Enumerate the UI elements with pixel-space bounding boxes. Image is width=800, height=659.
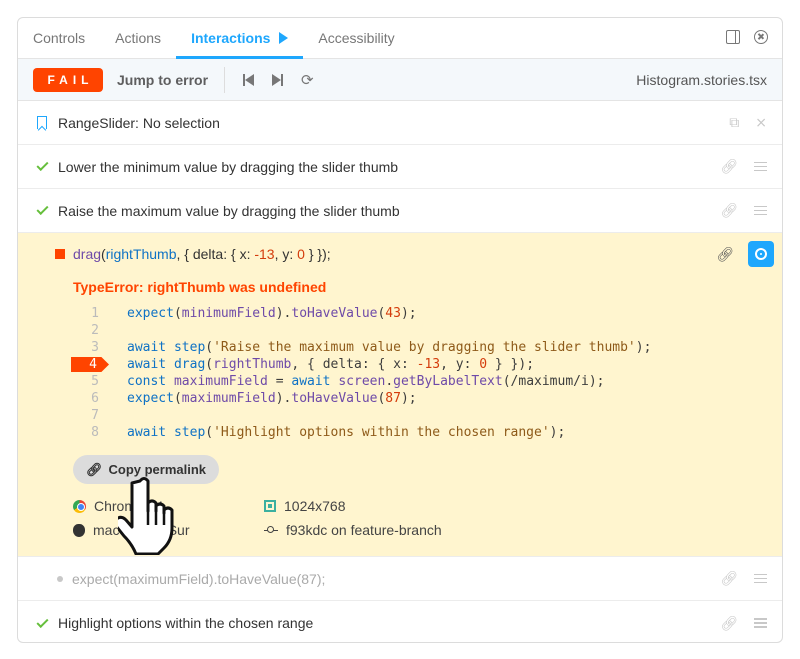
line-number: 7 [91, 408, 99, 423]
line-number: 8 [91, 425, 99, 440]
link-icon[interactable]: 🔗︎ [720, 570, 738, 587]
check-icon [35, 158, 49, 172]
pending-dot-icon [57, 575, 63, 582]
commit-info: f93kdc on feature-branch [264, 522, 442, 538]
step-label: Lower the minimum value by dragging the … [58, 158, 399, 175]
step-label: expect(maximumField).toHaveValue(87); [72, 570, 326, 587]
story-filename: Histogram.stories.tsx [636, 71, 767, 88]
tab-label: Controls [33, 30, 86, 46]
tab-label: Interactions [191, 30, 271, 46]
step-row[interactable]: Raise the maximum value by dragging the … [18, 189, 782, 233]
commit-icon [264, 526, 278, 534]
step-row[interactable]: Highlight options within the chosen rang… [18, 601, 782, 642]
toggle-panel-orientation-icon[interactable] [726, 30, 740, 44]
viewport-label: 1024x768 [284, 498, 346, 514]
tab-label: Actions [115, 30, 162, 46]
call-delta-text: , { delta: { x: [176, 246, 255, 262]
code-snippet: 1 expect(minimumField).toHaveValue(43); 2… [71, 305, 651, 441]
viewport-info: 1024x768 [264, 498, 346, 514]
tab-interactions[interactable]: Interactions [176, 18, 304, 59]
target-icon [755, 248, 767, 260]
jump-to-error-button[interactable]: Jump to error [117, 72, 208, 88]
call-end-text: } }); [304, 246, 331, 262]
link-icon[interactable]: 🔗︎ [720, 202, 738, 219]
bookmark-icon [37, 116, 47, 129]
check-icon [35, 615, 49, 628]
error-message: TypeError: rightThumb was undefined [73, 279, 327, 295]
call-argument: rightThumb [105, 246, 177, 262]
check-icon [35, 202, 49, 216]
close-icon[interactable] [754, 30, 768, 44]
play-icon [279, 32, 289, 44]
list-icon[interactable] [754, 618, 767, 628]
skip-previous-icon [243, 73, 255, 86]
line-number: 2 [91, 323, 99, 338]
call-function: drag [73, 246, 102, 262]
line-number: 1 [91, 306, 99, 321]
line-number: 3 [91, 340, 99, 355]
error-status-icon [55, 249, 65, 259]
link-icon[interactable]: 🔗︎ [720, 158, 738, 175]
link-icon[interactable]: 🔗︎ [716, 246, 734, 263]
chrome-icon [73, 499, 86, 513]
tab-label: Accessibility [318, 30, 395, 46]
tab-controls[interactable]: Controls [18, 18, 100, 58]
commit-label: f93kdc on feature-branch [286, 522, 442, 538]
call-y-value: 0 [297, 246, 305, 262]
link-icon[interactable]: 🔗︎ [720, 615, 738, 632]
list-icon[interactable] [754, 205, 767, 216]
error-call[interactable]: drag(rightThumb, { delta: { x: -13, y: 0… [55, 246, 331, 262]
line-number: 6 [91, 391, 99, 406]
refresh-icon: ⟳ [301, 71, 314, 89]
step-label: Raise the maximum value by dragging the … [58, 202, 400, 219]
step-row[interactable]: Lower the minimum value by dragging the … [18, 145, 782, 189]
call-mid-text: , y: [274, 246, 298, 262]
rerun-button[interactable]: ⟳ [301, 71, 314, 89]
collapse-icon[interactable]: ⨯ [755, 114, 767, 131]
error-line-marker: 4 [71, 356, 109, 373]
story-title: RangeSlider: No selection [58, 114, 220, 131]
list-icon[interactable] [754, 573, 767, 584]
toolbar-divider [224, 66, 226, 93]
apple-icon [73, 523, 85, 537]
addon-tabs: Controls Actions Interactions Accessibil… [18, 18, 782, 59]
step-label: Highlight options within the chosen rang… [58, 615, 314, 631]
skip-next-icon [272, 73, 284, 86]
step-row[interactable]: expect(maximumField).toHaveValue(87); 🔗︎ [18, 557, 782, 601]
tab-actions[interactable]: Actions [100, 18, 176, 58]
link-icon: 🔗︎ [85, 461, 103, 477]
call-x-value: -13 [254, 246, 275, 262]
story-row: RangeSlider: No selection ⧉ ⨯ [18, 101, 782, 145]
interactions-toolbar: FAIL Jump to error ⟳ Histogram.stories.t… [18, 59, 782, 101]
hand-cursor-icon [118, 477, 174, 555]
viewport-icon [264, 500, 276, 512]
open-in-new-icon[interactable]: ⧉ [729, 114, 739, 131]
go-to-end-button[interactable] [272, 73, 284, 86]
tab-accessibility[interactable]: Accessibility [303, 18, 409, 58]
locate-element-button[interactable] [748, 241, 774, 267]
line-number: 5 [91, 374, 99, 389]
go-to-start-button[interactable] [243, 73, 255, 86]
list-icon[interactable] [754, 161, 767, 172]
status-badge: FAIL [33, 67, 103, 92]
